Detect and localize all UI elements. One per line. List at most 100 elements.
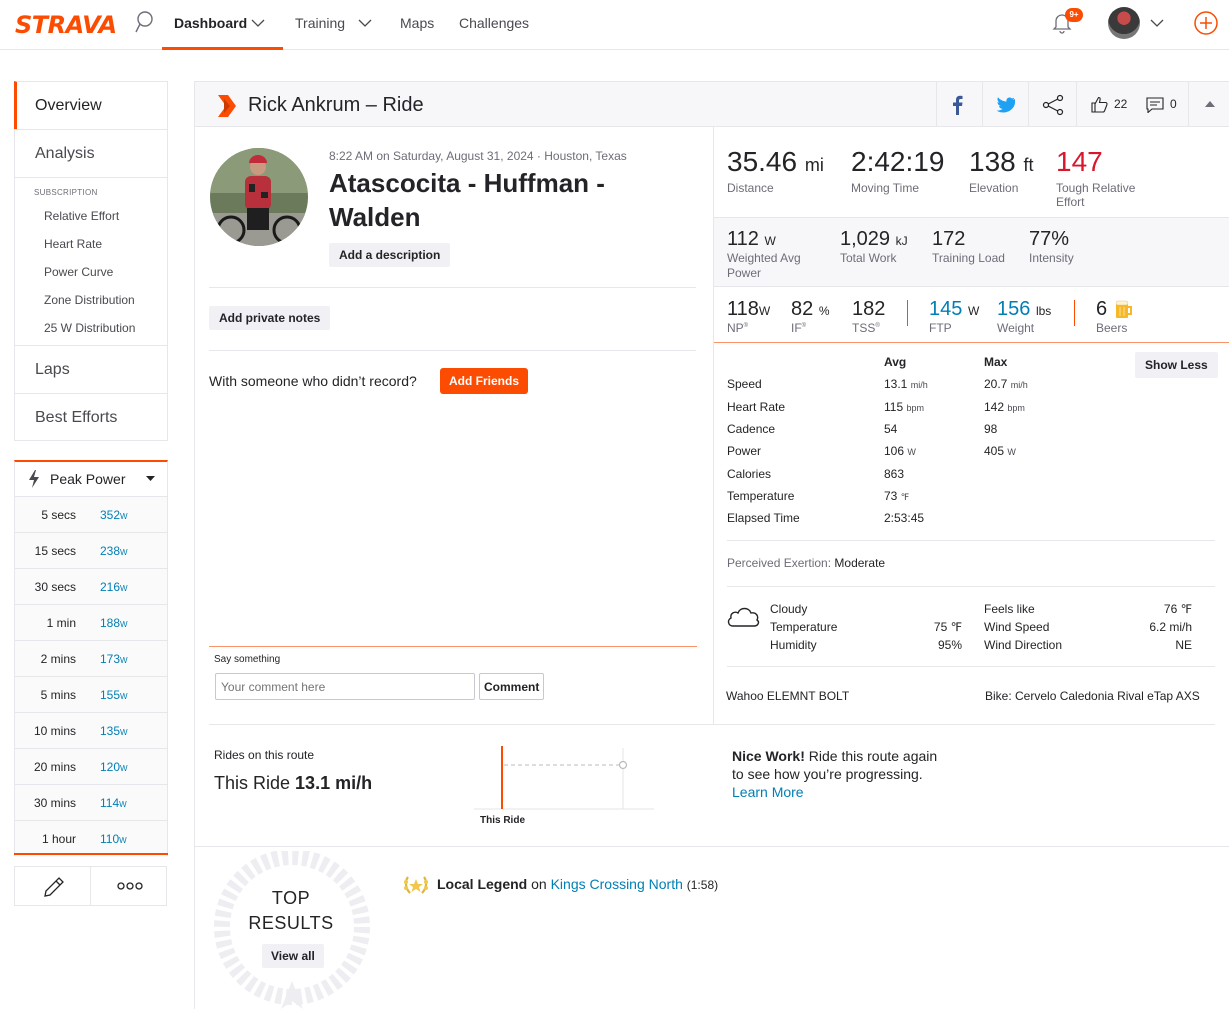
subscription-heading: SUBSCRIPTION <box>34 188 98 197</box>
learn-more-link[interactable]: Learn More <box>732 784 804 800</box>
peak-power-row[interactable]: 20 mins 120W <box>14 748 168 784</box>
peak-power-duration: 15 secs <box>34 544 76 558</box>
np-label-text: NP <box>727 321 744 335</box>
peak-power-row[interactable]: 5 mins 155W <box>14 676 168 712</box>
sidebar-item-overview[interactable]: Overview <box>14 81 168 129</box>
elevation-value: 138 ft <box>969 146 1034 178</box>
chevron-down-icon[interactable] <box>250 15 266 31</box>
add-friends-button[interactable]: Add Friends <box>440 368 529 394</box>
ftp-number[interactable]: 145 <box>929 298 962 320</box>
weather-humidity-value: 95% <box>937 638 962 652</box>
nice-work-line2: to see how you’re progressing. <box>732 766 923 782</box>
top-results-title: TOP RESULTS <box>240 886 342 936</box>
sidebar-item-analysis[interactable]: Analysis <box>14 129 168 177</box>
chevron-down-icon[interactable] <box>357 15 373 31</box>
thumbs-up-icon[interactable] <box>1091 96 1108 113</box>
peak-power-value[interactable]: 110W <box>100 832 127 846</box>
weight-number[interactable]: 156 <box>997 298 1030 320</box>
peak-power-value[interactable]: 188W <box>100 616 128 630</box>
distance-value: 35.46 mi <box>727 146 824 178</box>
stats-avg-unit: mi/h <box>910 380 928 390</box>
caret-down-icon[interactable] <box>146 476 155 482</box>
peak-power-row[interactable]: 5 secs 352W <box>14 496 168 532</box>
sidebar-item-laps[interactable]: Laps <box>14 345 168 393</box>
nav-maps[interactable]: Maps <box>400 15 434 31</box>
peak-power-number: 352 <box>100 508 121 522</box>
sidebar-item-relative-effort[interactable]: Relative Effort <box>15 203 167 231</box>
search-icon[interactable] <box>134 10 154 36</box>
more-actions-button[interactable] <box>90 866 167 906</box>
nav-dashboard[interactable]: Dashboard <box>174 15 247 31</box>
stats-max-unit: bpm <box>1007 403 1025 413</box>
peak-power-row[interactable]: 10 mins 135W <box>14 712 168 748</box>
peak-power-value[interactable]: 238W <box>100 544 128 558</box>
chevron-down-icon[interactable] <box>1149 15 1165 31</box>
comment-input[interactable] <box>215 673 475 700</box>
add-private-notes-button[interactable]: Add private notes <box>209 306 331 330</box>
segment-link[interactable]: Kings Crossing North <box>551 876 683 892</box>
show-less-button[interactable]: Show Less <box>1135 352 1218 378</box>
peak-power-row[interactable]: 2 mins 173W <box>14 640 168 676</box>
peak-power-value[interactable]: 216W <box>100 580 128 594</box>
sidebar-item-25w-distribution[interactable]: 25 W Distribution <box>15 315 167 343</box>
sidebar-item-power-curve[interactable]: Power Curve <box>15 259 167 287</box>
intensity-label: Intensity <box>1029 251 1074 265</box>
activity-datetime: 8:22 AM on Saturday, August 31, 2024 · H… <box>329 149 627 163</box>
comment-icon[interactable] <box>1146 97 1164 113</box>
edit-button[interactable] <box>14 866 91 906</box>
relative-effort-value[interactable]: 147 <box>1056 146 1103 178</box>
cloud-icon <box>727 607 760 627</box>
peak-power-value[interactable]: 120W <box>100 760 128 774</box>
strava-logo[interactable]: STRAVA <box>15 11 117 39</box>
nav-challenges[interactable]: Challenges <box>459 15 529 31</box>
stats-avg-unit: bpm <box>906 403 924 413</box>
bike-name[interactable]: Bike: Cervelo Caledonia Rival eTap AXS <box>985 689 1200 703</box>
stats-max-value: 98 <box>984 422 998 436</box>
share-icon[interactable] <box>1042 94 1064 116</box>
stats-row-avg: 115 bpm <box>884 400 924 414</box>
peak-power-row[interactable]: 1 min 188W <box>14 604 168 640</box>
distance-label: Distance <box>727 181 774 195</box>
plus-icon[interactable] <box>1193 10 1219 36</box>
athlete-avatar[interactable] <box>209 148 311 248</box>
nav-training[interactable]: Training <box>295 15 345 31</box>
nice-work-line1: Ride this route again <box>808 748 938 764</box>
peak-power-row[interactable]: 30 secs 216W <box>14 568 168 604</box>
comment-button[interactable]: Comment <box>479 673 545 700</box>
moving-time-value: 2:42:19 <box>851 146 945 177</box>
stats-row-avg: 73 ℉ <box>884 489 909 503</box>
total-work-number: 1,029 <box>840 228 891 250</box>
peak-power-unit: W <box>120 548 128 557</box>
lightning-icon <box>29 470 39 488</box>
peak-power-row[interactable]: 1 hour 110W <box>14 820 168 856</box>
intensity-value: 77% <box>1029 228 1070 250</box>
view-all-button[interactable]: View all <box>262 944 324 968</box>
sidebar-item-zone-distribution[interactable]: Zone Distribution <box>15 287 167 315</box>
stats-row-max: 20.7 mi/h <box>984 377 1028 391</box>
peak-power-value[interactable]: 135W <box>100 724 128 738</box>
peak-power-value[interactable]: 173W <box>100 652 128 666</box>
collapse-icon[interactable] <box>1205 101 1215 107</box>
peak-power-table: 5 secs 352W 15 secs 238W 30 secs 216W 1 min 188… <box>14 496 168 856</box>
stats-row-max: 98 <box>984 422 997 436</box>
facebook-icon[interactable] <box>950 95 964 115</box>
avatar[interactable] <box>1108 7 1140 39</box>
comments-count[interactable]: 0 <box>1170 97 1177 111</box>
stats-row-avg: 106 W <box>884 444 916 458</box>
peak-power-row[interactable]: 15 secs 238W <box>14 532 168 568</box>
sidebar-item-heart-rate[interactable]: Heart Rate <box>15 231 167 259</box>
kudos-count[interactable]: 22 <box>1114 97 1127 111</box>
peak-power-value[interactable]: 352W <box>100 508 128 522</box>
sidebar-item-best-efforts[interactable]: Best Efforts <box>14 393 168 441</box>
peak-power-row[interactable]: 30 mins 114W <box>14 784 168 820</box>
route-this-ride-label: This Ride <box>214 773 291 793</box>
peak-power-value[interactable]: 114W <box>100 796 127 810</box>
peak-power-value[interactable]: 155W <box>100 688 128 702</box>
top-nav: STRAVA Dashboard Training Maps Challenge… <box>0 0 1229 50</box>
divider <box>209 646 697 647</box>
twitter-icon[interactable] <box>995 97 1015 113</box>
weather-temp-label: Temperature <box>770 620 838 634</box>
divider <box>1074 300 1075 326</box>
add-description-button[interactable]: Add a description <box>329 243 451 267</box>
peak-power-dropdown[interactable]: Peak Power <box>14 460 168 496</box>
